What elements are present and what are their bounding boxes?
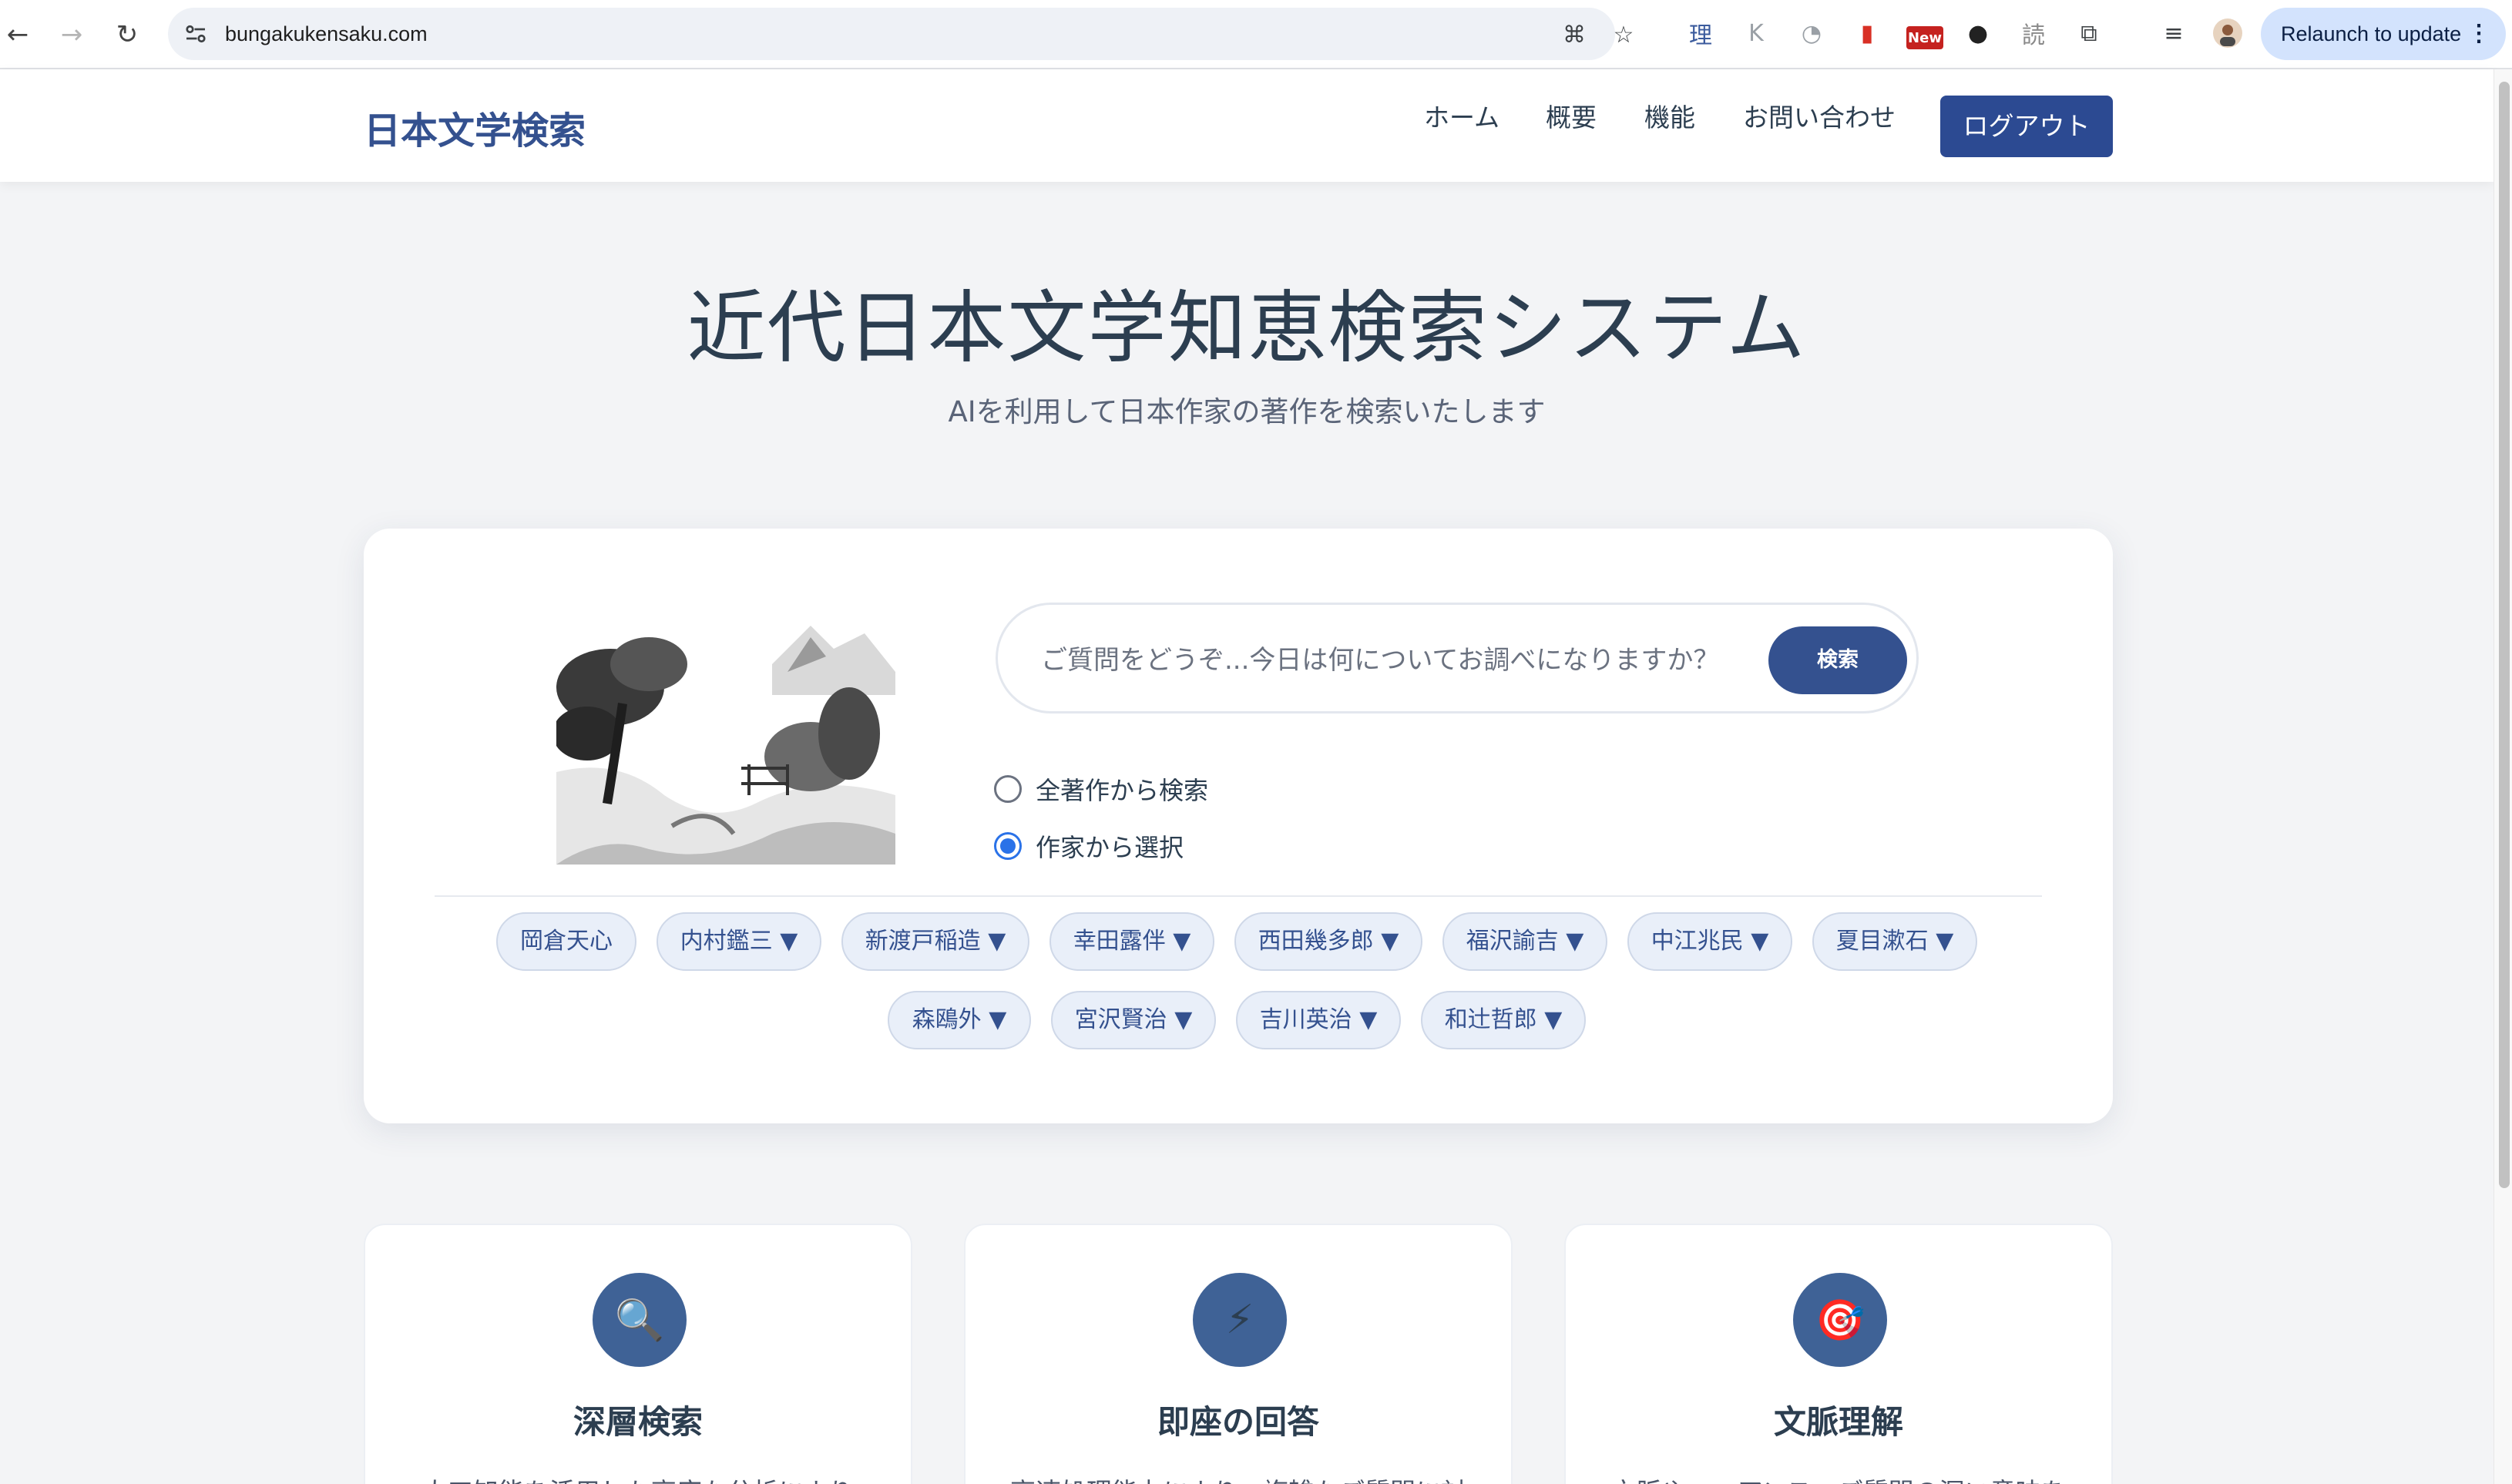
forward-icon[interactable]: →: [54, 17, 89, 52]
author-chip[interactable]: 福沢諭吉 ▼: [1442, 912, 1607, 971]
radio-select-author-label: 作家から選択: [1036, 833, 1184, 862]
address-bar[interactable]: bungakukensaku.com ⌘ ☆: [168, 8, 1634, 60]
radio-all-works[interactable]: 全著作から検索: [994, 772, 1208, 806]
brain-extension-icon[interactable]: ◔: [1795, 17, 1828, 49]
nav-home[interactable]: ホーム: [1424, 97, 1499, 134]
new-badge-extension-icon[interactable]: New: [1906, 26, 1943, 49]
feature-card-context: 🎯 文脈理解 文脈やニュアンス、ご質問の深い意味を: [1564, 1224, 2113, 1484]
author-chip[interactable]: 森鴎外 ▼: [888, 991, 1031, 1049]
page-scrollbar[interactable]: [2494, 69, 2512, 1484]
site-logo[interactable]: 日本文学検索: [364, 100, 586, 154]
feature-description: 高速処理能力により、複雑なご質問に対: [966, 1472, 1511, 1484]
author-chip[interactable]: 夏目漱石 ▼: [1812, 912, 1977, 971]
bookmark-star-icon[interactable]: ☆: [1609, 20, 1638, 49]
author-chip[interactable]: 幸田露伴 ▼: [1049, 912, 1214, 971]
feature-card-instant-answer: ⚡ 即座の回答 高速処理能力により、複雑なご質問に対: [964, 1224, 1513, 1484]
profile-avatar[interactable]: [2211, 17, 2244, 49]
lightning-icon: ⚡: [1193, 1273, 1287, 1367]
author-chip[interactable]: 新渡戸稲造 ▼: [841, 912, 1029, 971]
relaunch-update-button[interactable]: Relaunch to update ⋮: [2261, 8, 2506, 60]
feature-card-deep-search: 🔍 深層検索 人工知能を活用した高度な分析により: [364, 1224, 912, 1484]
feature-description: 文脈やニュアンス、ご質問の深い意味を: [1566, 1472, 2111, 1484]
translate-icon[interactable]: ⌘: [1560, 20, 1589, 49]
ink-landscape-illustration: [556, 603, 895, 865]
nav-contact[interactable]: お問い合わせ: [1743, 97, 1896, 134]
search-box: 検索: [996, 603, 1919, 713]
relaunch-label: Relaunch to update: [2281, 22, 2462, 45]
site-settings-icon[interactable]: [182, 20, 210, 48]
nav-features[interactable]: 機能: [1644, 97, 1695, 134]
author-chip[interactable]: 岡倉天心: [496, 912, 636, 971]
spy-extension-icon[interactable]: ●: [1962, 17, 1994, 49]
page-subtitle: AIを利用して日本作家の著作を検索いたします: [948, 395, 1546, 428]
radio-all-works-control[interactable]: [994, 775, 1022, 803]
author-chip[interactable]: 宮沢賢治 ▼: [1051, 991, 1216, 1049]
url-text[interactable]: bungakukensaku.com: [225, 8, 428, 60]
search-button[interactable]: 検索: [1768, 626, 1907, 694]
radio-select-author[interactable]: 作家から選択: [994, 829, 1184, 863]
search-input[interactable]: [1041, 630, 1735, 691]
divider: [435, 895, 2042, 897]
reload-icon[interactable]: ↻: [109, 17, 145, 52]
radio-all-works-label: 全著作から検索: [1036, 776, 1209, 805]
author-chip[interactable]: 西田幾多郎 ▼: [1234, 912, 1422, 971]
ri-extension-icon[interactable]: 理: [1684, 17, 1717, 49]
scrollbar-thumb[interactable]: [2499, 82, 2510, 1188]
more-menu-icon[interactable]: ⋮: [2467, 8, 2490, 60]
search-card: 検索 全著作から検索 作家から選択 岡倉天心 内村鑑三 ▼ 新渡戸稲造 ▼ 幸田…: [364, 529, 2113, 1123]
target-icon: 🎯: [1793, 1273, 1887, 1367]
magnifier-icon: 🔍: [593, 1273, 687, 1367]
pdf-extension-icon[interactable]: ▮: [1851, 17, 1883, 49]
author-chip[interactable]: 和辻哲郎 ▼: [1421, 991, 1586, 1049]
back-icon[interactable]: ←: [0, 17, 35, 52]
feature-title: 深層検索: [573, 1403, 703, 1441]
author-chip[interactable]: 中江兆民 ▼: [1627, 912, 1792, 971]
nav-overview[interactable]: 概要: [1546, 97, 1597, 134]
reading-extension-icon[interactable]: 読: [2017, 17, 2050, 49]
site-header: 日本文学検索 ホーム 概要 機能 お問い合わせ ログアウト: [0, 69, 2494, 182]
radio-select-author-control[interactable]: [994, 832, 1022, 860]
author-chip[interactable]: 内村鑑三 ▼: [657, 912, 821, 971]
media-control-icon[interactable]: ≡: [2158, 17, 2190, 49]
feature-title: 文脈理解: [1773, 1403, 1903, 1441]
author-chip[interactable]: 吉川英治 ▼: [1236, 991, 1401, 1049]
feature-title: 即座の回答: [1157, 1403, 1319, 1441]
page-title: 近代日本文学知恵検索システム: [687, 283, 1807, 374]
puzzle-extension-icon[interactable]: ⧉: [2073, 17, 2105, 49]
kanji-extension-icon[interactable]: K: [1740, 17, 1772, 49]
logout-button[interactable]: ログアウト: [1940, 96, 2113, 157]
feature-description: 人工知能を活用した高度な分析により: [365, 1472, 911, 1484]
browser-toolbar: ← → ↻ bungakukensaku.com ⌘ ☆ 理 K ◔ ▮ New ● 読 ⧉ …: [0, 0, 2512, 69]
